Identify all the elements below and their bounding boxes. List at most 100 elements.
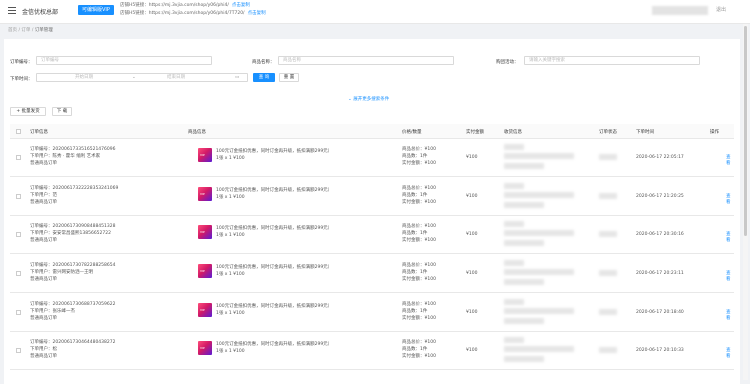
view-button[interactable]: 查看 — [726, 309, 734, 321]
product-thumbnail[interactable]: VIP — [198, 264, 212, 278]
product-thumbnail[interactable]: VIP — [198, 148, 212, 162]
order-buyer: 下单用户：安安常昌盛熙13856652722 — [30, 231, 111, 236]
select-all-checkbox[interactable] — [16, 129, 21, 134]
price-paid: 实付金额：¥100 — [402, 200, 436, 205]
product-title[interactable]: 100元订金抵扣优惠，同时订金再升级，抵扣满额299元） — [216, 303, 332, 310]
table-row: 订单编号：202006173046448043827​2 下单用户：松 普通商品订单… — [10, 332, 734, 370]
paid-amount: ¥100 — [466, 271, 478, 276]
scrollbar-thumb[interactable] — [744, 26, 747, 236]
price-total: 商品总价：¥100 — [402, 340, 436, 345]
product-qty: 1张 x 1 ¥100 — [216, 156, 245, 161]
order-info: 订单编号：202006173222283532410​69 下单用户：范 普通商品订… — [30, 185, 118, 206]
product-info: 100元订金抵扣优惠，同时订金再升级，抵扣满额299元） 1张 x 1 ¥100 — [216, 148, 332, 162]
price-qty-info: 商品总价：¥100 商品数：1件 实付金额：¥100 — [402, 185, 436, 206]
shipping-info-redacted — [504, 299, 524, 305]
buyer-label: 购团活动： — [496, 60, 519, 65]
view-button[interactable]: 查看 — [726, 347, 734, 359]
product-qty: 1张 x 1 ¥100 — [216, 311, 245, 316]
expand-search-link[interactable]: ⌄ 展开更多搜索条件 — [348, 96, 389, 102]
shipping-info-redacted — [504, 221, 524, 227]
view-button[interactable]: 查看 — [726, 154, 734, 166]
row-checkbox[interactable] — [16, 310, 21, 315]
table-header: 订单信息 商品信息 价格/数量 实付金额 收货信息 订单状态 下单时间 操作 — [10, 124, 734, 139]
menu-icon[interactable] — [8, 7, 16, 14]
table-row: 订单编号：202006173078228825865​4 下单用户：雷兴网安防洒—… — [10, 255, 734, 293]
vip-badge[interactable]: 可编辑版VIP — [78, 5, 114, 15]
row-checkbox[interactable] — [16, 348, 21, 353]
logout-button[interactable]: 退出 — [716, 6, 726, 13]
product-thumbnail[interactable]: VIP — [198, 187, 212, 201]
date-range-input[interactable]: 开始日期 ⌄ 结束日期 ▭ — [36, 73, 248, 82]
row-checkbox[interactable] — [16, 271, 21, 276]
order-status-redacted — [599, 309, 617, 315]
order-time: 2020-06-17 20:23:11 — [636, 271, 684, 276]
row-checkbox[interactable] — [16, 232, 21, 237]
copy-link2-button[interactable]: 点击复制 — [248, 11, 266, 16]
price-total: 商品总价：¥100 — [402, 263, 436, 268]
end-date[interactable]: 结束日期 — [167, 74, 185, 81]
shipping-info-redacted — [504, 346, 574, 352]
product-title[interactable]: 100元订金抵扣优惠，同时订金再升级，抵扣满额299元） — [216, 264, 332, 271]
breadcrumb-order[interactable]: 订单 — [21, 28, 30, 33]
start-date[interactable]: 开始日期 — [75, 74, 93, 81]
price-count: 商品数：1件 — [402, 193, 428, 198]
shipping-info-redacted — [504, 308, 574, 314]
page-scrollbar[interactable] — [743, 24, 748, 380]
product-thumbnail[interactable]: VIP — [198, 303, 212, 317]
shipping-info-redacted — [504, 356, 544, 362]
product-name-label: 商品名称： — [252, 60, 275, 65]
breadcrumb: 首页 / 订单 / 订单管理 — [8, 27, 53, 33]
batch-ship-label: 批量发货 — [21, 109, 40, 114]
order-buyer: 下单用户：松 — [30, 347, 57, 352]
chevron-down-icon: ⌄ — [132, 75, 136, 80]
batch-ship-button[interactable]: + 批量发货 — [10, 107, 46, 116]
product-thumbnail[interactable]: VIP — [198, 225, 212, 239]
reset-button[interactable]: 重 置 — [279, 73, 299, 82]
product-thumbnail[interactable]: VIP — [198, 341, 212, 355]
breadcrumb-sep: / — [31, 28, 34, 33]
shipping-info-redacted — [504, 192, 574, 198]
order-info: 订单编号：202006173046448043827​2 下单用户：松 普通商品订单 — [30, 339, 116, 360]
price-qty-info: 商品总价：¥100 商品数：1件 实付金额：¥100 — [402, 262, 436, 283]
view-button[interactable]: 查看 — [726, 231, 734, 243]
order-no-input[interactable]: 订单编号 — [36, 56, 212, 65]
product-title[interactable]: 100元订金抵扣优惠，同时订金再升级，抵扣满额299元） — [216, 225, 332, 232]
view-button[interactable]: 查看 — [726, 193, 734, 205]
product-title[interactable]: 100元订金抵扣优惠，同时订金再升级，抵扣满额299元） — [216, 341, 332, 348]
download-button[interactable]: 下 载 — [52, 107, 72, 116]
view-button[interactable]: 查看 — [726, 270, 734, 282]
time-label: 下单时间： — [10, 77, 33, 82]
price-total: 商品总价：¥100 — [402, 224, 436, 229]
col-status: 订单状态 — [599, 130, 617, 135]
order-no: 订单编号：202006173078228825865​4 — [30, 263, 116, 268]
breadcrumb-order-manage: 订单管理 — [34, 28, 53, 33]
product-title[interactable]: 100元订金抵扣优惠，同时订金再升级，抵扣满额299元） — [216, 187, 332, 194]
query-button[interactable]: 查 询 — [253, 73, 275, 82]
order-no-label: 订单编号： — [10, 60, 33, 65]
table-row: 订单编号：202006173090848845132​8 下单用户：安安常昌盛熙1… — [10, 216, 734, 254]
order-no: 订单编号：202006173046448043827​2 — [30, 340, 116, 345]
buyer-input[interactable]: 请输入关键字搜索 — [524, 56, 700, 65]
order-time: 2020-06-17 21:20:25 — [636, 194, 684, 199]
order-no: 订单编号：202006173222283532410​69 — [30, 186, 119, 191]
col-order-time: 下单时间 — [636, 130, 654, 135]
order-status-redacted — [599, 231, 617, 237]
product-info: 100元订金抵扣优惠，同时订金再升级，抵扣满额299元） 1张 x 1 ¥100 — [216, 303, 332, 317]
row-checkbox[interactable] — [16, 194, 21, 199]
col-product-info: 商品信息 — [188, 130, 206, 135]
link2-url: https://mj.3vjia.com/shop/y06/phi4/7T720… — [148, 11, 245, 16]
breadcrumb-home[interactable]: 首页 — [8, 28, 17, 33]
shipping-info-redacted — [504, 318, 544, 324]
order-no: 订单编号：202006173090848845132​8 — [30, 224, 116, 229]
price-count: 商品数：1件 — [402, 270, 428, 275]
copy-link1-button[interactable]: 点击复制 — [232, 3, 250, 8]
product-info: 100元订金抵扣优惠，同时订金再升级，抵扣满额299元） 1张 x 1 ¥100 — [216, 187, 332, 201]
product-info: 100元订金抵扣优惠，同时订金再升级，抵扣满额299元） 1张 x 1 ¥100 — [216, 264, 332, 278]
table-row: 订单编号：202006173351652147609​6 下单用户：陈秀 · 霍华… — [10, 139, 734, 177]
product-title[interactable]: 100元订金抵扣优惠，同时订金再升级，抵扣满额299元） — [216, 148, 332, 155]
order-time: 2020-06-17 20:18:40 — [636, 310, 684, 315]
row-checkbox[interactable] — [16, 155, 21, 160]
product-qty: 1张 x 1 ¥100 — [216, 233, 245, 238]
price-qty-info: 商品总价：¥100 商品数：1件 实付金额：¥100 — [402, 146, 436, 167]
product-name-input[interactable]: 商品名称 — [278, 56, 454, 65]
